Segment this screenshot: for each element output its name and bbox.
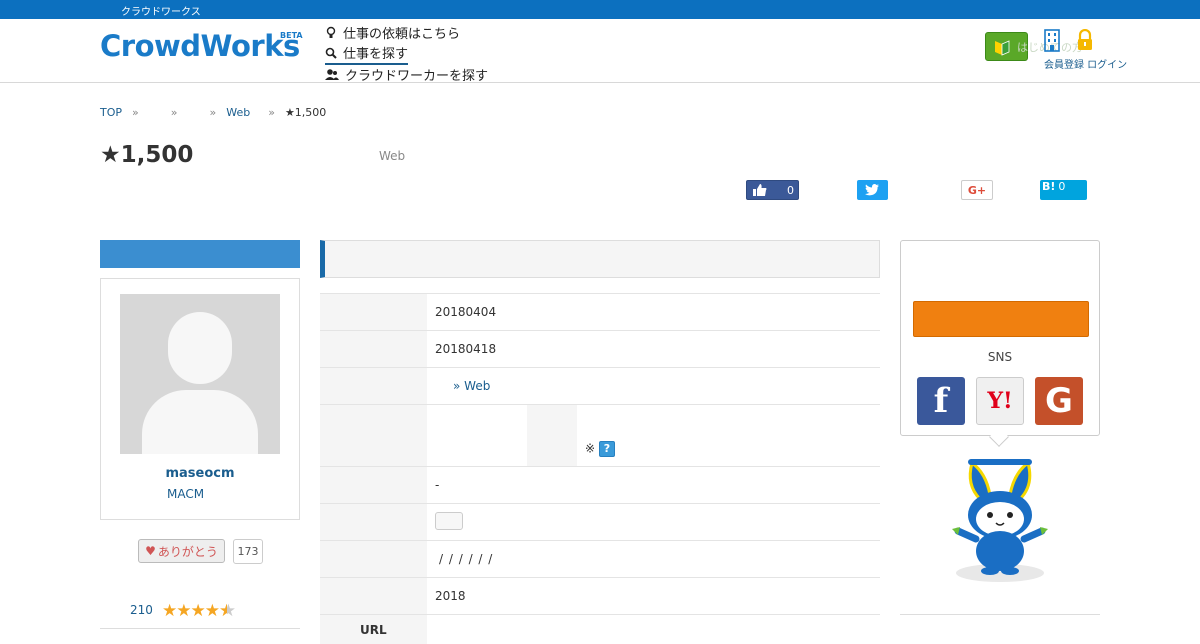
breadcrumb-separator: » — [209, 106, 217, 119]
thanks-label: ありがとう — [157, 544, 218, 559]
tweet-button[interactable] — [857, 180, 888, 200]
detail-row-label — [320, 504, 427, 540]
detail-year: 2018 — [435, 589, 466, 603]
detail-deadline-date: 20180418 — [435, 342, 497, 356]
detail-posted-date: 20180404 — [435, 305, 497, 319]
google-icon: G — [1045, 381, 1073, 421]
site-logo[interactable]: CrowdWorks — [100, 29, 300, 63]
help-icon[interactable]: ? — [598, 441, 615, 457]
breadcrumb-category[interactable]: Web — [226, 106, 250, 119]
logo-beta-badge: BETA — [280, 31, 303, 40]
lock-icon[interactable] — [1076, 29, 1094, 51]
client-username[interactable]: maseocm — [101, 466, 299, 481]
hatena-label: B! — [1042, 180, 1056, 193]
detail-category-link[interactable]: » Web — [453, 379, 490, 393]
detail-row: » Web — [320, 367, 880, 404]
rating-count[interactable]: 210 — [130, 603, 153, 617]
google-plus-button[interactable]: G+ — [961, 180, 993, 200]
rating-stars: ★★★★★★ — [162, 601, 235, 621]
job-category: Web — [379, 149, 406, 163]
header-account-links[interactable]: 会員登録 ログイン — [1044, 56, 1127, 71]
nav-find-jobs-label: 仕事を探す — [343, 47, 409, 62]
facebook-login-button[interactable]: f — [917, 377, 965, 425]
breadcrumb-current: ★1,500 — [284, 106, 327, 119]
detail-note-text: ※ — [585, 441, 596, 456]
top-bar-text: クラウドワークス — [121, 7, 201, 18]
thanks-button[interactable]: ♥ ありがとう — [138, 539, 225, 563]
hatena-bookmark-button[interactable]: B! 0 — [1040, 180, 1087, 200]
detail-row: 20180418 — [320, 330, 880, 367]
breadcrumb-separator: » — [132, 106, 139, 119]
building-icon[interactable] — [1043, 28, 1061, 52]
breadcrumb-top[interactable]: TOP — [100, 106, 122, 119]
breadcrumb: TOP » » » Web » ★1,500 — [100, 106, 326, 119]
nav-find-workers-label: クラウドワーカーを探す — [345, 69, 489, 84]
client-usertag: MACM — [167, 487, 205, 501]
detail-slash-list: / / / / / / — [439, 552, 493, 566]
detail-dash-value: - — [435, 478, 440, 492]
nav-find-jobs[interactable]: 仕事を探す — [325, 43, 409, 65]
thanks-count: 173 — [233, 539, 263, 564]
apply-button[interactable] — [913, 301, 1089, 337]
top-bar: クラウドワークス — [0, 0, 1200, 19]
avatar-head-shape — [168, 312, 232, 384]
divider — [900, 614, 1100, 615]
detail-inner-cell — [527, 405, 577, 466]
yahoo-login-button[interactable]: Y! — [976, 377, 1024, 425]
site-header: CrowdWorks BETA 仕事の依頼はこちら 仕事を探す クラウドワーカー… — [0, 19, 1200, 84]
nav-find-workers[interactable]: クラウドワーカーを探す — [325, 65, 488, 84]
heart-icon: ♥ — [145, 544, 156, 558]
twitter-icon — [865, 184, 879, 196]
nav-post-job[interactable]: 仕事の依頼はこちら — [325, 23, 460, 42]
detail-row: / / / / / / — [320, 540, 880, 577]
breadcrumb-separator: » — [170, 106, 178, 119]
facebook-like-count: 0 — [787, 184, 794, 197]
thumbs-up-icon — [753, 184, 767, 196]
detail-row-label — [320, 578, 427, 614]
detail-url-label: URL — [360, 623, 387, 637]
avatar-body-shape — [142, 390, 258, 454]
detail-small-box[interactable] — [435, 512, 463, 530]
apply-panel: SNS f Y! G — [900, 240, 1100, 436]
detail-row-label — [320, 368, 427, 404]
detail-row: ※ ? — [320, 404, 880, 466]
google-login-button[interactable]: G — [1035, 377, 1083, 425]
detail-row: URL — [320, 614, 880, 644]
detail-row — [320, 503, 880, 540]
detail-row-label — [320, 405, 427, 466]
mascot-rabbit-icon — [952, 459, 1048, 582]
sns-login-label: SNS — [987, 350, 1013, 364]
client-header-bar — [100, 240, 300, 268]
users-icon — [325, 68, 339, 80]
detail-row: 2018 — [320, 577, 880, 614]
detail-row-label — [320, 294, 427, 330]
detail-note: ※ ? — [585, 441, 615, 457]
detail-row: - — [320, 466, 880, 503]
detail-row-label — [320, 467, 427, 503]
avatar[interactable] — [120, 294, 280, 454]
hatena-count: 0 — [1058, 180, 1066, 193]
bulb-icon — [326, 26, 336, 38]
client-profile-card: maseocm MACM — [100, 278, 300, 520]
detail-row: 20180404 — [320, 293, 880, 330]
facebook-like-button[interactable]: 0 — [746, 180, 799, 200]
beginner-mark-icon — [995, 40, 1010, 56]
detail-row-label — [320, 331, 427, 367]
search-icon — [325, 47, 337, 59]
detail-row-label — [320, 541, 427, 577]
job-detail-header — [320, 240, 880, 278]
job-detail-table: 20180404 20180418 » Web ※ ? - / / / / / … — [320, 293, 880, 644]
job-title: ★1,500 — [100, 142, 194, 168]
facebook-icon: f — [933, 381, 949, 421]
breadcrumb-separator: » — [268, 106, 275, 119]
yahoo-icon: Y! — [987, 388, 1013, 414]
divider — [100, 628, 300, 629]
nav-post-job-label: 仕事の依頼はこちら — [343, 27, 461, 42]
